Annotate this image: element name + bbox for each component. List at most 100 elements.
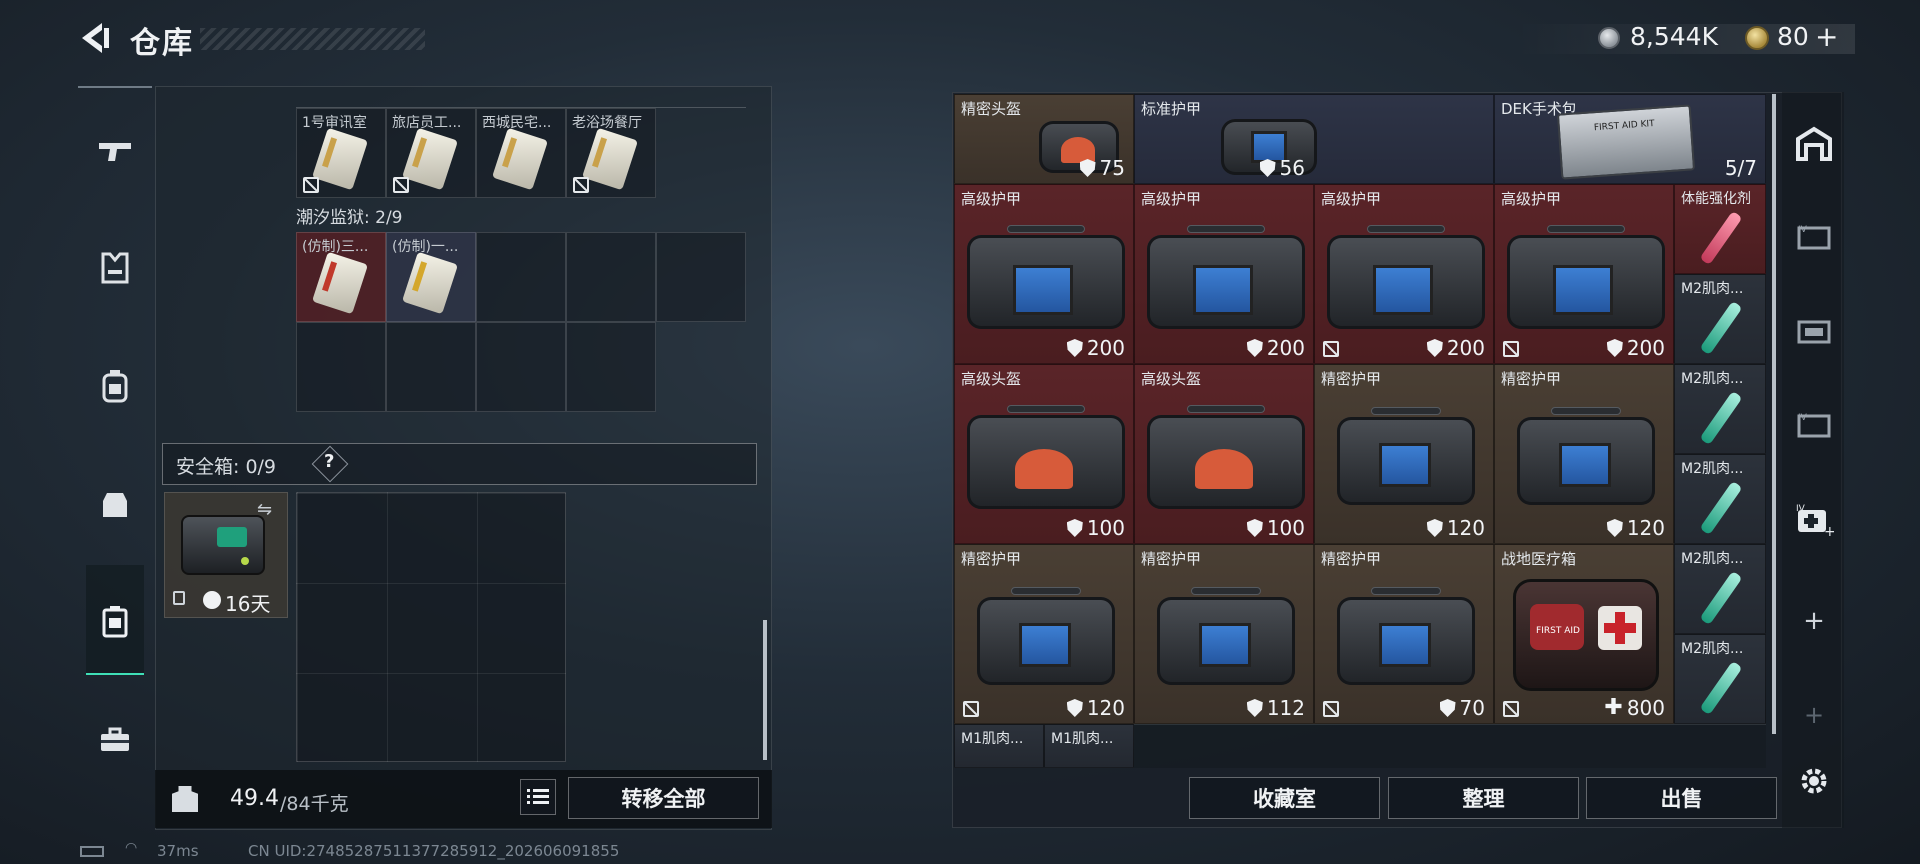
safebox-case-icon: [181, 515, 265, 575]
medbox-label: FIRST AID: [1536, 626, 1580, 636]
no-trade-icon: [393, 177, 409, 193]
warehouse-item[interactable]: 精密护甲 112: [1134, 544, 1314, 724]
storage-tab-3-icon[interactable]: IV: [1786, 400, 1842, 450]
organize-button[interactable]: 整理: [1388, 777, 1579, 819]
empty-slot[interactable]: [476, 322, 566, 412]
item-name: 精密护甲: [961, 550, 1022, 568]
warehouse-item[interactable]: 高级头盔 100: [954, 364, 1134, 544]
plus-icon: ✚: [1604, 695, 1623, 720]
medical-storage-icon[interactable]: + IV: [1786, 494, 1842, 544]
shield-icon: [1606, 339, 1623, 357]
battery-icon: [80, 846, 104, 857]
shield-icon: [1079, 159, 1096, 177]
keycard-label: 老浴场餐厅: [572, 115, 642, 131]
help-icon[interactable]: ?: [324, 451, 334, 472]
keycard-slot[interactable]: (仿制)三...: [296, 232, 386, 322]
settings-gear-icon[interactable]: [1786, 756, 1842, 806]
armor-bag-icon: [1327, 225, 1485, 331]
warehouse-item[interactable]: 精密护甲 120: [954, 544, 1134, 724]
warehouse-item[interactable]: 高级护甲 200: [1494, 184, 1674, 364]
item-name: 战地医疗箱: [1501, 550, 1577, 568]
safebox-icon[interactable]: [78, 592, 152, 652]
warehouse-item[interactable]: M2肌肉...: [1674, 634, 1766, 724]
keycard-icon: [401, 251, 459, 315]
durability-value: 200: [1606, 336, 1665, 360]
swap-icon[interactable]: ⇋: [257, 499, 272, 520]
no-trade-icon: [303, 177, 319, 193]
warehouse-item[interactable]: 战地医疗箱 FIRST AID ✚ 800: [1494, 544, 1674, 724]
warehouse-item[interactable]: M2肌肉...: [1674, 274, 1766, 364]
durability-value: 120: [1066, 696, 1125, 720]
keycard-label: 旅店员工...: [392, 115, 462, 131]
empty-slot[interactable]: [566, 322, 656, 412]
prison-section-label: 潮汐监狱: 2/9: [296, 208, 403, 228]
armor-bag-icon: [1337, 587, 1475, 687]
item-value-text: 200: [1086, 336, 1125, 360]
shield-icon: [1066, 699, 1083, 717]
armor-bag-icon: [1147, 225, 1305, 331]
keycard-slot[interactable]: 旅店员工...: [386, 108, 476, 198]
warehouse-scrollbar[interactable]: [1772, 94, 1776, 734]
empty-slot[interactable]: [386, 322, 476, 412]
warehouse-item[interactable]: M2肌肉...: [1674, 454, 1766, 544]
armor-bag-icon: [1157, 587, 1295, 687]
toolbox-icon[interactable]: [78, 710, 152, 770]
warehouse-item[interactable]: 精密护甲 120: [1314, 364, 1494, 544]
warehouse-item[interactable]: 高级护甲 200: [954, 184, 1134, 364]
armor-icon[interactable]: [78, 238, 152, 298]
warehouse-item[interactable]: M1肌肉...: [954, 724, 1044, 768]
syringe-icon: [1699, 210, 1743, 266]
storage-tab-1-icon[interactable]: IV: [1786, 212, 1842, 262]
keycard-slot[interactable]: 老浴场餐厅: [566, 108, 656, 198]
backpack-icon[interactable]: [78, 356, 152, 416]
uid-text: CN UID:27485287511377285912_202606091855: [248, 842, 620, 860]
scrollbar[interactable]: [763, 620, 767, 760]
no-trade-icon: [573, 177, 589, 193]
item-value-text: 112: [1266, 696, 1305, 720]
warehouse-item[interactable]: M2肌肉...: [1674, 364, 1766, 454]
safebox-grid[interactable]: [296, 492, 566, 762]
storage-tab-2-icon[interactable]: [1786, 306, 1842, 356]
item-name: M2肌肉...: [1681, 371, 1744, 387]
sell-button[interactable]: 出售: [1586, 777, 1777, 819]
chest-rig-icon[interactable]: [78, 474, 152, 534]
item-name: M1肌肉...: [1051, 731, 1114, 747]
item-name: 高级头盔: [1141, 370, 1202, 388]
list-view-button[interactable]: [520, 779, 556, 815]
gold-coin-icon: [1745, 26, 1769, 50]
keycard-slot[interactable]: 1号审讯室: [296, 108, 386, 198]
warehouse-item[interactable]: 精密护甲 120: [1494, 364, 1674, 544]
warehouse-item[interactable]: 精密头盔 75: [954, 94, 1134, 184]
warehouse-item[interactable]: M1肌肉...: [1044, 724, 1134, 768]
warehouse-item[interactable]: 体能强化剂: [1674, 184, 1766, 274]
transfer-all-button[interactable]: 转移全部: [568, 777, 759, 819]
item-name: 精密护甲: [1141, 550, 1202, 568]
add-gold-button[interactable]: +: [1815, 20, 1838, 53]
add-tab-icon[interactable]: +: [1786, 596, 1842, 646]
empty-slot[interactable]: [476, 232, 566, 322]
back-arrow-icon[interactable]: [78, 20, 114, 56]
ping-text: 37ms: [157, 842, 199, 860]
item-value-text: 800: [1626, 695, 1665, 720]
warehouse-item[interactable]: 标准护甲 56: [1134, 94, 1494, 184]
keycard-slot[interactable]: 西城民宅...: [476, 108, 566, 198]
warehouse-item[interactable]: 高级头盔 100: [1134, 364, 1314, 544]
syringe-icon: [1699, 300, 1743, 356]
safebox-item[interactable]: ⇋ 16天: [164, 492, 288, 618]
empty-slot[interactable]: [566, 232, 656, 322]
empty-slot[interactable]: [656, 232, 746, 322]
item-name: 高级护甲: [1321, 190, 1382, 208]
warehouse-icon[interactable]: [1786, 118, 1842, 168]
keycard-slot[interactable]: (仿制)一...: [386, 232, 476, 322]
weapon-icon[interactable]: [78, 122, 152, 182]
warehouse-item[interactable]: 高级护甲 200: [1314, 184, 1494, 364]
svg-text:IV: IV: [1796, 504, 1806, 514]
no-trade-icon: [1323, 341, 1339, 357]
collection-room-button[interactable]: 收藏室: [1189, 777, 1380, 819]
warehouse-item[interactable]: M2肌肉...: [1674, 544, 1766, 634]
medkit-icon: FIRST AID: [1513, 579, 1659, 691]
warehouse-item[interactable]: 精密护甲 70: [1314, 544, 1494, 724]
empty-slot[interactable]: [296, 322, 386, 412]
warehouse-item[interactable]: 高级护甲 200: [1134, 184, 1314, 364]
warehouse-item[interactable]: DEK手术包 FIRST AID KIT 5/7: [1494, 94, 1766, 184]
